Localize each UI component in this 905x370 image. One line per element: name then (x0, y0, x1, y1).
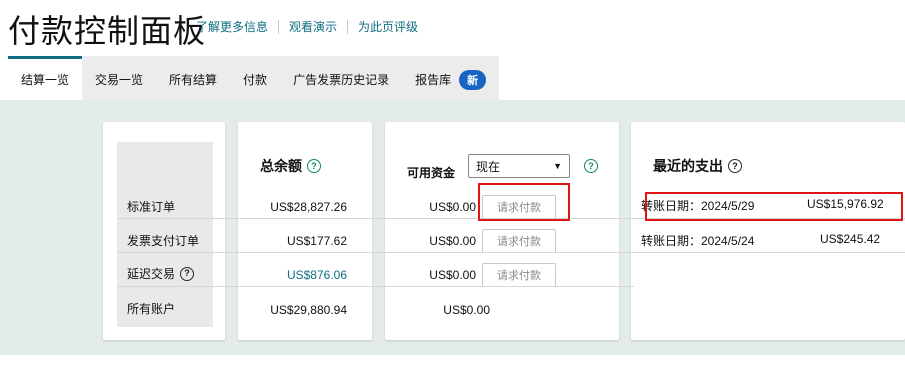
row-labels-card: 标准订单 发票支付订单 延迟交易 ? 所有账户 (103, 122, 225, 340)
header-links: 了解更多信息 观看演示 为此页评级 (196, 18, 418, 35)
tab-settlement-overview[interactable]: 结算一览 (8, 56, 83, 100)
available-funds-title: 可用资金 (407, 166, 456, 180)
recent-payouts-card: 最近的支出 ? 转账日期：2024/5/29 US$15,976.92 转账日期… (631, 122, 905, 340)
dashboard-main: 标准订单 发票支付订单 延迟交易 ? 所有账户 总余额 ? US$28,827.… (0, 100, 905, 355)
chevron-down-icon: ▼ (553, 161, 562, 171)
available-invoice-value: US$0.00 (429, 234, 476, 248)
row-label-invoice-orders: 发票支付订单 (127, 234, 200, 248)
tab-report-library[interactable]: 报告库 新 (402, 56, 499, 100)
total-invoice-value: US$177.62 (286, 234, 347, 248)
help-icon[interactable]: ? (307, 159, 321, 173)
tab-transaction-overview[interactable]: 交易一览 (82, 56, 156, 100)
help-icon[interactable]: ? (584, 159, 598, 173)
tab-bar: 结算一览 交易一览 所有结算 付款 广告发票历史记录 报告库 新 (8, 56, 500, 100)
total-balance-title-text: 总余额 (260, 158, 302, 174)
help-icon[interactable]: ? (728, 159, 742, 173)
available-deferred-value: US$0.00 (429, 268, 476, 282)
total-all-value: US$29,880.94 (270, 303, 347, 317)
payout-date: 转账日期：2024/5/24 (641, 234, 755, 248)
row-label-standard-orders: 标准订单 (127, 200, 176, 214)
divider (347, 19, 349, 34)
recent-payouts-title-text: 最近的支出 (653, 158, 723, 174)
total-balance-title: 总余额 ? (260, 156, 321, 176)
page-header: 付款控制面板 了解更多信息 观看演示 为此页评级 (0, 0, 905, 56)
available-funds-card: 可用资金 现在 ▼ ? US$0.00 请求付款 US$0.00 请求付款 US… (385, 122, 619, 340)
request-payment-button[interactable]: 请求付款 (482, 229, 556, 253)
available-all-value: US$0.00 (443, 303, 490, 317)
row-label-deferred-text: 延迟交易 (127, 267, 176, 281)
highlight-box (645, 192, 903, 221)
total-deferred-link[interactable]: US$876.06 (287, 268, 347, 282)
request-payment-button[interactable]: 请求付款 (482, 263, 556, 287)
period-select-value: 现在 (476, 159, 501, 174)
page-title: 付款控制面板 (8, 13, 207, 49)
recent-payouts-title: 最近的支出 ? (653, 156, 742, 176)
rate-page-link[interactable]: 为此页评级 (358, 18, 418, 35)
tab-report-library-label: 报告库 (415, 73, 452, 87)
tab-all-settlements[interactable]: 所有结算 (156, 56, 230, 100)
payout-amount: US$245.42 (820, 232, 881, 246)
total-balance-card: 总余额 ? US$28,827.26 US$177.62 US$876.06 U… (238, 122, 372, 340)
row-label-deferred: 延迟交易 ? (127, 265, 195, 282)
total-standard-value: US$28,827.26 (270, 200, 347, 214)
tab-payments[interactable]: 付款 (230, 56, 280, 100)
help-icon[interactable]: ? (180, 266, 195, 281)
tab-ad-invoice-history[interactable]: 广告发票历史记录 (280, 56, 402, 100)
available-standard-value: US$0.00 (429, 200, 476, 214)
watch-demo-link[interactable]: 观看演示 (289, 18, 337, 35)
period-select[interactable]: 现在 ▼ (468, 154, 570, 178)
new-badge: 新 (459, 69, 487, 90)
learn-more-link[interactable]: 了解更多信息 (196, 18, 268, 35)
row-labels-panel: 标准订单 发票支付订单 延迟交易 ? 所有账户 (117, 142, 213, 327)
row-label-all-accounts: 所有账户 (127, 302, 176, 316)
divider (278, 19, 280, 34)
row-divider (117, 286, 634, 287)
highlight-box (478, 183, 570, 221)
row-divider (117, 252, 905, 253)
